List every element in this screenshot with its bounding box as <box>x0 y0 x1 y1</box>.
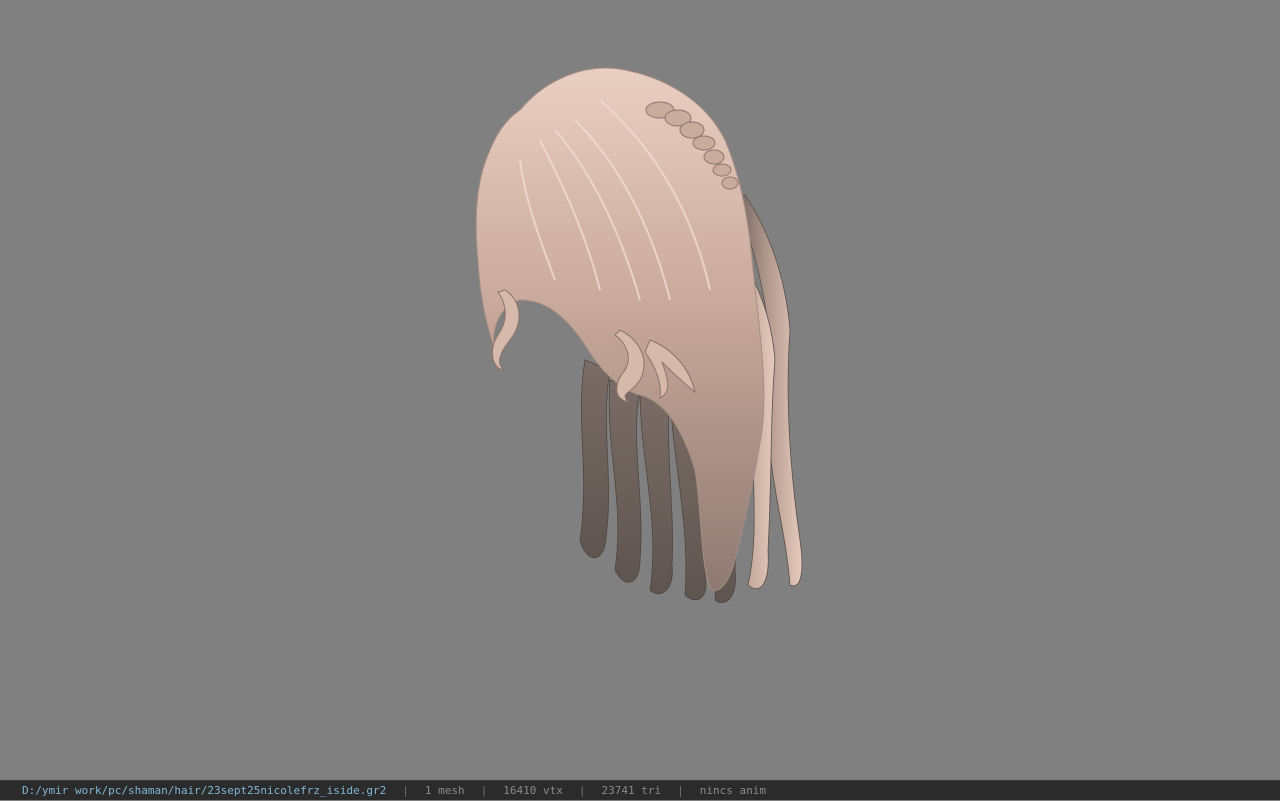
3d-viewport[interactable] <box>0 0 1280 780</box>
anim-status: nincs anim <box>699 783 766 797</box>
hair-mesh-icon[interactable] <box>0 0 1280 780</box>
vertex-count: 16410 vtx <box>503 783 563 797</box>
mesh-count: 1 mesh <box>424 783 465 797</box>
status-separator: | <box>402 783 409 797</box>
file-path: D:/ymir work/pc/shaman/hair/23sept25nico… <box>22 783 387 797</box>
triangle-count: 23741 tri <box>601 783 662 797</box>
status-separator: | <box>480 783 488 797</box>
status-separator: | <box>677 783 684 797</box>
status-separator: | <box>578 783 586 797</box>
status-bar: D:/ymir work/pc/shaman/hair/23sept25nico… <box>0 780 1280 800</box>
